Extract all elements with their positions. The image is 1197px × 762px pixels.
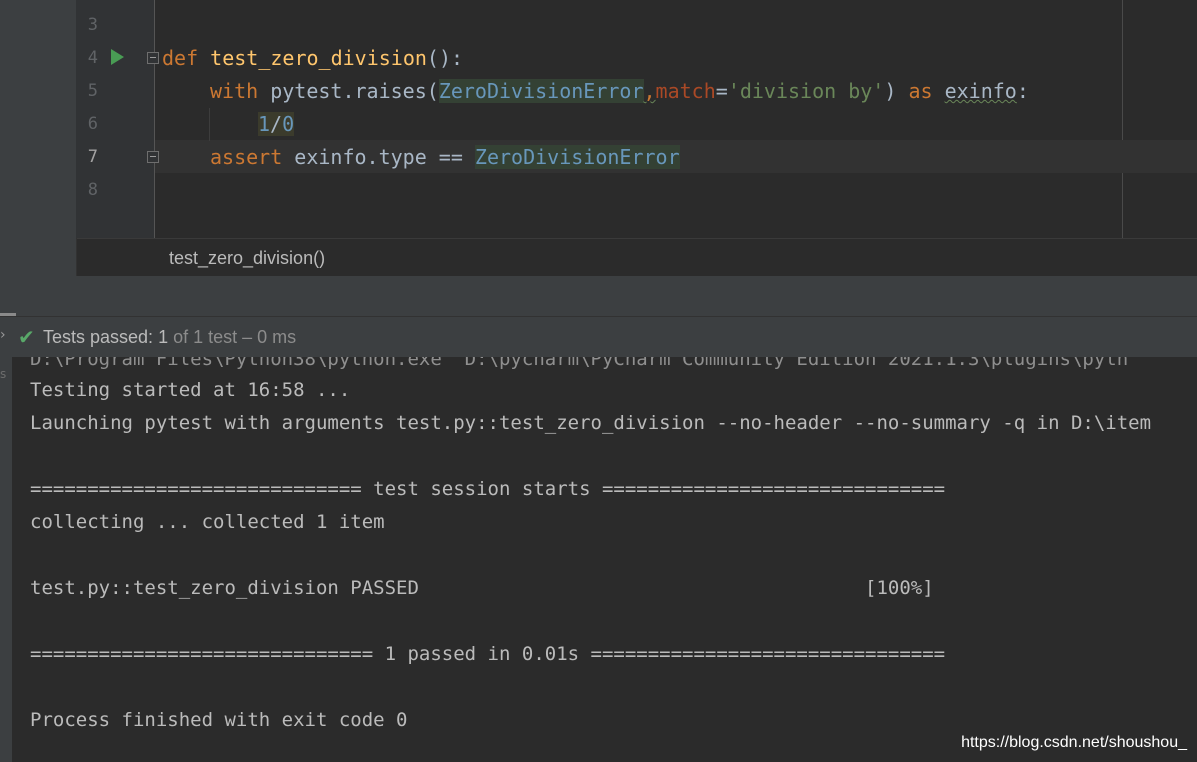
code-token: (): (426, 46, 464, 70)
highlighted-reference: ZeroDivisionError (438, 79, 644, 103)
keyword: def (162, 46, 199, 70)
watermark: https://blog.csdn.net/shoushou_ (961, 734, 1187, 751)
status-prefix: Tests passed: (43, 327, 159, 347)
code-token: : (1016, 79, 1029, 103)
chevron-right-icon[interactable]: › (0, 327, 6, 343)
console-tool-strip: s (0, 357, 12, 762)
code-editor[interactable]: 3 4 5 6 7 8 def test_zero_division(): wi… (0, 0, 1197, 277)
code-token: = (715, 79, 728, 103)
console-line: Launching pytest with arguments test.py:… (30, 412, 1152, 434)
status-suffix: of 1 test – 0 ms (168, 327, 297, 347)
named-parameter: match (655, 79, 716, 103)
console-line: collecting ... collected 1 item (30, 511, 385, 533)
right-margin-guide (1122, 0, 1123, 238)
function-name: test_zero_division (210, 46, 427, 70)
division-expression: 1/0 (258, 112, 295, 136)
console-line: ============================= test sessi… (30, 478, 946, 500)
indent-guide (209, 108, 210, 141)
console-line: ============================== 1 passed … (30, 643, 946, 665)
console-output[interactable]: s D:\Program Files\Python38\python.exe "… (0, 357, 1197, 762)
code-token: exinfo.type == (294, 145, 475, 169)
run-tool-header (0, 276, 1197, 317)
line-number: 4 (87, 48, 98, 68)
string-literal: 'division by' (727, 79, 885, 103)
keyword: assert (210, 145, 283, 169)
status-count: 1 (158, 327, 169, 347)
highlighted-reference: ZeroDivisionError (474, 145, 680, 169)
line-number: 3 (87, 15, 98, 35)
console-strip-icon[interactable]: s (0, 367, 6, 381)
line-number: 8 (87, 180, 98, 200)
run-test-icon[interactable] (111, 49, 124, 65)
code-line-6: 1/0 (258, 108, 295, 141)
console-line: test.py::test_zero_division PASSED [100%… (30, 577, 934, 599)
run-tab-indicator (0, 313, 16, 316)
code-line-4: def test_zero_division(): (162, 42, 463, 75)
fold-end-icon[interactable] (147, 151, 159, 163)
test-status-bar: › ✔ Tests passed: 1 of 1 test – 0 ms (0, 317, 1197, 357)
code-line-7: assert exinfo.type == ZeroDivisionError (210, 141, 680, 174)
breadcrumb[interactable]: test_zero_division() (169, 248, 325, 269)
code-token: , (643, 79, 656, 103)
number-literal: 0 (282, 112, 295, 136)
number-literal: 1 (258, 112, 271, 136)
variable: exinfo (944, 79, 1017, 103)
code-token: ) (884, 79, 897, 103)
keyword: as (908, 79, 933, 103)
check-icon: ✔ (18, 325, 35, 349)
gutter-separator (154, 0, 155, 238)
test-status-text: Tests passed: 1 of 1 test – 0 ms (43, 327, 296, 348)
line-number: 5 (87, 81, 98, 101)
code-line-5: with pytest.raises(ZeroDivisionError,mat… (210, 75, 1029, 108)
code-token: pytest.raises( (270, 79, 439, 103)
operator: / (270, 112, 283, 136)
console-line: Process finished with exit code 0 (30, 709, 408, 731)
line-number: 6 (87, 114, 98, 134)
line-number: 7 (87, 147, 98, 167)
breadcrumb-bar: test_zero_division() (77, 238, 1197, 277)
keyword: with (210, 79, 259, 103)
project-tool-strip (0, 0, 77, 276)
fold-collapse-icon[interactable] (147, 52, 159, 64)
console-line: Testing started at 16:58 ... (30, 379, 351, 401)
